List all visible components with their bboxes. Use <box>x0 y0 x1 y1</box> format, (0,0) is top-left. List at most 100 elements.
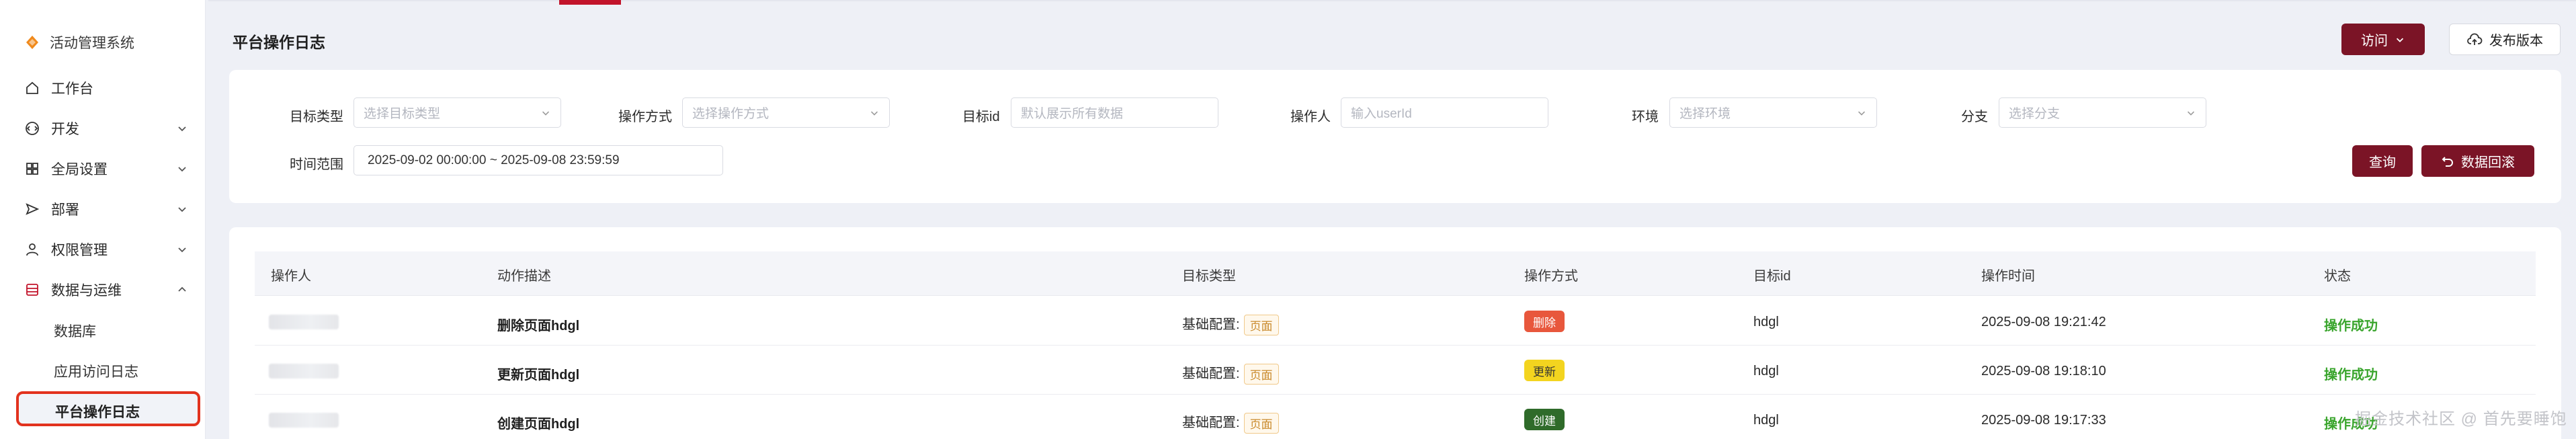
sidebar-item-data-ops[interactable]: 数据与运维 <box>24 280 188 300</box>
sidebar-item-label: 部署 <box>51 202 79 218</box>
query-button[interactable]: 查询 <box>2352 145 2413 177</box>
action-badge-delete: 删除 <box>1524 311 1565 332</box>
sidebar-item-label: 数据与运维 <box>51 283 122 298</box>
target-id-label: 目标id <box>962 110 1000 124</box>
send-icon <box>26 203 40 215</box>
page-title: 平台操作日志 <box>233 34 325 51</box>
action-badge-update: 更新 <box>1524 360 1565 381</box>
sidebar-subitem-app-access-log[interactable]: 应用访问日志 <box>54 361 138 381</box>
target-id-input[interactable]: 默认展示所有数据 <box>1011 97 1218 128</box>
chevron-down-icon <box>870 111 878 116</box>
env-placeholder: 选择环境 <box>1679 107 1731 121</box>
sidebar-subitem-label: 平台操作日志 <box>55 405 140 420</box>
undo-icon <box>2442 156 2453 167</box>
row-target-type: 基础配置: 页面 <box>1182 313 1279 336</box>
publish-button-label: 发布版本 <box>2489 34 2543 48</box>
chevron-down-icon <box>1858 111 1866 116</box>
row-target-type: 基础配置: 页面 <box>1182 362 1279 385</box>
sidebar-item-label: 工作台 <box>51 81 93 97</box>
rollback-button[interactable]: 数据回滚 <box>2421 145 2534 177</box>
chevron-down-icon <box>178 126 186 132</box>
sidebar-item-global-settings[interactable]: 全局设置 <box>24 159 188 179</box>
row-time: 2025-09-08 19:21:42 <box>1981 315 2106 329</box>
row-time: 2025-09-08 19:17:33 <box>1981 413 2106 428</box>
operation-type-select[interactable]: 选择操作方式 <box>682 97 890 128</box>
target-type-label: 目标类型 <box>290 110 343 124</box>
action-badge-create: 创建 <box>1524 409 1565 430</box>
time-range-label: 时间范围 <box>290 157 343 172</box>
query-button-label: 查询 <box>2369 155 2396 170</box>
table-header <box>255 251 2536 296</box>
publish-button[interactable]: 发布版本 <box>2449 24 2561 55</box>
row-description: 删除页面hdgl <box>497 319 580 333</box>
target-type-tag: 页面 <box>1243 364 1279 385</box>
cloud-upload-icon <box>2467 33 2483 45</box>
operation-type-label: 操作方式 <box>618 110 672 124</box>
row-description: 更新页面hdgl <box>497 368 580 383</box>
column-header-operator: 操作人 <box>271 269 311 284</box>
target-type-prefix: 基础配置: <box>1182 317 1240 332</box>
visit-button-label: 访问 <box>2361 34 2388 48</box>
row-divider <box>255 345 2536 346</box>
sidebar-subitem-platform-log[interactable]: 平台操作日志 <box>16 391 200 426</box>
status-badge: 操作成功 <box>2324 368 2378 383</box>
operator-label: 操作人 <box>1290 110 1331 124</box>
branch-placeholder: 选择分支 <box>2009 107 2061 121</box>
sidebar-item-dev[interactable]: 开发 <box>24 118 188 138</box>
column-header-time: 操作时间 <box>1981 269 2035 284</box>
operator-input[interactable]: 输入userId <box>1341 97 1548 128</box>
operator-redacted <box>269 364 339 378</box>
sidebar-item-label: 开发 <box>51 122 79 137</box>
sidebar: 活动管理系统 工作台 开发 全局设置 部署 权限管理 数据与运维 数据库 应用访… <box>0 0 206 439</box>
sidebar-item-permissions[interactable]: 权限管理 <box>24 239 188 260</box>
sidebar-item-workbench[interactable]: 工作台 <box>24 78 188 98</box>
target-type-placeholder: 选择目标类型 <box>364 107 441 121</box>
home-icon <box>26 81 38 94</box>
chevron-down-icon <box>2187 111 2195 116</box>
operator-placeholder: 输入userId <box>1351 107 1412 121</box>
brand[interactable]: 活动管理系统 <box>24 32 134 52</box>
target-type-prefix: 基础配置: <box>1182 366 1240 381</box>
column-header-target-id: 目标id <box>1753 269 1791 284</box>
chevron-down-icon <box>2396 38 2404 42</box>
watermark: 掘金技术社区 @ 首先要睡饱 <box>2355 410 2567 428</box>
target-type-tag: 页面 <box>1243 413 1279 434</box>
column-header-status: 状态 <box>2324 269 2351 284</box>
time-range-value: 2025-09-02 00:00:00 ~ 2025-09-08 23:59:5… <box>368 153 620 167</box>
env-select[interactable]: 选择环境 <box>1669 97 1877 128</box>
row-description: 创建页面hdgl <box>497 417 580 432</box>
logo-icon <box>26 36 38 49</box>
rollback-button-label: 数据回滚 <box>2461 155 2515 170</box>
row-time: 2025-09-08 19:18:10 <box>1981 364 2106 378</box>
database-icon <box>26 284 38 296</box>
visit-button[interactable]: 访问 <box>2341 24 2425 55</box>
row-target-id: hdgl <box>1753 413 1779 428</box>
chevron-down-icon <box>178 207 186 212</box>
chevron-down-icon <box>178 247 186 253</box>
brand-name: 活动管理系统 <box>50 36 134 51</box>
column-header-description: 动作描述 <box>497 269 551 284</box>
row-target-id: hdgl <box>1753 315 1779 329</box>
user-icon <box>26 243 38 256</box>
target-type-tag: 页面 <box>1243 315 1279 336</box>
row-divider <box>255 394 2536 395</box>
active-tab-indicator <box>559 0 621 5</box>
filter-panel <box>229 70 2561 203</box>
sidebar-subitem-database[interactable]: 数据库 <box>54 321 96 341</box>
chevron-up-icon <box>178 286 186 292</box>
target-type-select[interactable]: 选择目标类型 <box>354 97 561 128</box>
row-target-type: 基础配置: 页面 <box>1182 411 1279 434</box>
chevron-down-icon <box>542 111 550 116</box>
branch-select[interactable]: 选择分支 <box>1999 97 2206 128</box>
sidebar-item-deploy[interactable]: 部署 <box>24 199 188 219</box>
branch-label: 分支 <box>1961 110 1988 124</box>
column-header-target-type: 目标类型 <box>1182 269 1236 284</box>
chevron-down-icon <box>178 167 186 172</box>
status-badge: 操作成功 <box>2324 319 2378 333</box>
target-id-placeholder: 默认展示所有数据 <box>1021 107 1124 121</box>
grid-icon <box>26 163 38 175</box>
operator-redacted <box>269 315 339 329</box>
sidebar-item-label: 权限管理 <box>51 243 108 258</box>
time-range-picker[interactable]: 2025-09-02 00:00:00 ~ 2025-09-08 23:59:5… <box>354 145 723 175</box>
target-type-prefix: 基础配置: <box>1182 415 1240 430</box>
